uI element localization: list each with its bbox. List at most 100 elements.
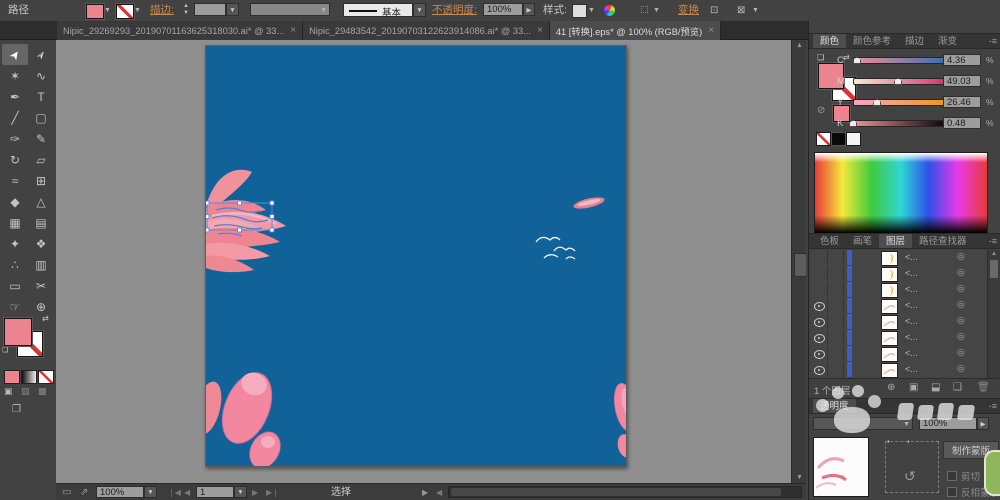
- layer-row-3[interactable]: <... ◎: [811, 282, 997, 299]
- prev-artboard-icon[interactable]: ◀: [184, 484, 190, 500]
- document-tab-2[interactable]: Nipic_29483542_20190703122623914086.ai* …: [303, 21, 550, 40]
- artboard[interactable]: [194, 45, 637, 469]
- layer-thumbnail[interactable]: [881, 315, 898, 330]
- fill-color-swatch[interactable]: [86, 4, 104, 19]
- color-mode-button[interactable]: [4, 370, 20, 384]
- tab-color-group-1[interactable]: 颜色: [813, 34, 847, 48]
- layer-row-7[interactable]: <... ◎: [811, 346, 997, 363]
- draw-inside-icon[interactable]: ▩: [38, 386, 47, 397]
- document-tab-3[interactable]: 41 [转换].eps* @ 100% (RGB/预览) ×: [549, 21, 722, 40]
- direct-selection-tool[interactable]: ➢: [28, 44, 54, 65]
- color-spectrum[interactable]: [814, 152, 988, 234]
- slider-track[interactable]: [853, 99, 947, 106]
- transform-bounds-icon[interactable]: ⊡: [710, 0, 718, 21]
- zoom-dropdown[interactable]: ▼: [144, 486, 157, 498]
- stroke-weight-dropdown[interactable]: ▼: [226, 3, 239, 16]
- target-circle-icon[interactable]: ◎: [957, 331, 965, 342]
- visibility-toggle[interactable]: [811, 282, 828, 297]
- magic-wand-tool[interactable]: ✶: [2, 65, 28, 86]
- color-panel-menu-icon[interactable]: -≡: [989, 33, 997, 49]
- perspective-grid-tool[interactable]: △: [28, 191, 54, 212]
- mask-thumbnail-empty[interactable]: ↺: [885, 441, 939, 493]
- delete-layer-icon[interactable]: 🗑: [977, 382, 990, 393]
- blend-mode-dropdown[interactable]: ▼: [813, 417, 913, 430]
- visibility-toggle[interactable]: [811, 298, 828, 313]
- layers-scroll-up-icon[interactable]: ▲: [988, 250, 1000, 258]
- opacity-input[interactable]: 100%: [483, 3, 523, 16]
- style-swatch[interactable]: [572, 4, 587, 18]
- layer-thumbnail[interactable]: [881, 283, 898, 298]
- locate-object-icon[interactable]: ⊕: [887, 382, 895, 393]
- new-sublayer-icon[interactable]: ⬓: [931, 382, 940, 393]
- selection-tool[interactable]: ➤: [2, 44, 28, 65]
- layer-label[interactable]: <...: [905, 268, 918, 278]
- stroke-link[interactable]: 描边:: [150, 0, 174, 21]
- draw-normal-icon[interactable]: ▣: [4, 386, 13, 397]
- tab-layers-group-2[interactable]: 画笔: [846, 234, 879, 248]
- target-circle-icon[interactable]: ◎: [957, 299, 965, 310]
- none-mode-button[interactable]: [38, 370, 54, 384]
- blend-tool[interactable]: ❖: [28, 233, 54, 254]
- fill-dropdown-icon[interactable]: ▼: [104, 0, 111, 21]
- zoom-tool[interactable]: ⊕: [28, 296, 54, 317]
- mesh-tool[interactable]: ▦: [2, 212, 28, 233]
- gradient-tool[interactable]: ▤: [28, 212, 54, 233]
- shape-builder-tool[interactable]: ◆: [2, 191, 28, 212]
- pencil-tool[interactable]: ✎: [28, 128, 54, 149]
- layer-label[interactable]: <...: [905, 252, 918, 262]
- lock-toggle[interactable]: [827, 282, 844, 297]
- layer-thumbnail[interactable]: [881, 267, 898, 282]
- free-transform-tool[interactable]: ⊞: [28, 170, 54, 191]
- new-layer-icon[interactable]: ❏: [953, 382, 962, 393]
- lasso-tool[interactable]: ∿: [28, 65, 54, 86]
- rectangle-tool[interactable]: ▢: [28, 107, 54, 128]
- tab-layers-group-1[interactable]: 色板: [813, 234, 846, 248]
- target-circle-icon[interactable]: ◎: [957, 347, 965, 358]
- select-similar-icon[interactable]: ⬚: [640, 4, 649, 15]
- slider-track[interactable]: [853, 57, 947, 64]
- recolor-artwork-icon[interactable]: [604, 5, 615, 16]
- target-circle-icon[interactable]: ◎: [957, 363, 965, 374]
- target-circle-icon[interactable]: ◎: [957, 251, 965, 262]
- paintbrush-tool[interactable]: ✑: [2, 128, 28, 149]
- layer-row-4[interactable]: <... ◎: [811, 298, 997, 315]
- tab-close-icon[interactable]: ×: [537, 25, 543, 36]
- visibility-toggle[interactable]: [811, 362, 828, 377]
- layer-thumbnail[interactable]: [881, 299, 898, 314]
- vertical-scroll-thumb[interactable]: [794, 253, 806, 277]
- opacity-link[interactable]: 不透明度:: [432, 0, 477, 21]
- scroll-down-icon[interactable]: ▼: [792, 472, 806, 483]
- eyedropper-tool[interactable]: ✦: [2, 233, 28, 254]
- layer-label[interactable]: <...: [905, 284, 918, 294]
- default-fill-stroke-icon[interactable]: ❏: [2, 346, 8, 354]
- channel-value-input[interactable]: 26.46: [943, 96, 981, 108]
- last-artboard-icon[interactable]: ▶❘: [266, 484, 279, 500]
- gradient-mode-button[interactable]: [21, 370, 37, 384]
- canvas-area[interactable]: ▲ ▼: [56, 40, 806, 483]
- tab-transparency[interactable]: 透明度: [813, 399, 856, 413]
- lock-toggle[interactable]: [827, 346, 844, 361]
- slice-tool[interactable]: ✂: [28, 275, 54, 296]
- line-tool[interactable]: ╱: [2, 107, 28, 128]
- brush-dropdown[interactable]: ▼: [413, 3, 426, 17]
- channel-value-input[interactable]: 49.03: [943, 75, 981, 87]
- layer-label[interactable]: <...: [905, 364, 918, 374]
- target-circle-icon[interactable]: ◎: [957, 315, 965, 326]
- tab-layers-group-4[interactable]: 路径查找器: [912, 234, 974, 248]
- tab-close-icon[interactable]: ×: [290, 25, 296, 36]
- target-circle-icon[interactable]: ◎: [957, 267, 965, 278]
- make-clipping-mask-icon[interactable]: ▣: [909, 382, 918, 393]
- layers-scrollbar[interactable]: ▲ ▼: [987, 250, 1000, 398]
- layer-thumbnail[interactable]: [881, 347, 898, 362]
- first-artboard-icon[interactable]: ❘◀: [168, 484, 181, 500]
- swap-fill-stroke-icon[interactable]: ⇄: [42, 314, 49, 323]
- tab-color-group-2[interactable]: 颜色参考: [846, 34, 898, 48]
- scale-tool[interactable]: ▱: [28, 149, 54, 170]
- layer-thumbnail[interactable]: [881, 331, 898, 346]
- draw-behind-icon[interactable]: ▨: [21, 386, 30, 397]
- status-left-icon-2[interactable]: ⇗: [80, 484, 88, 500]
- toolbox-fill-swatch[interactable]: [4, 318, 32, 346]
- invert-checkbox-box[interactable]: [947, 486, 957, 497]
- lock-toggle[interactable]: [827, 298, 844, 313]
- layer-thumbnail[interactable]: [881, 251, 898, 266]
